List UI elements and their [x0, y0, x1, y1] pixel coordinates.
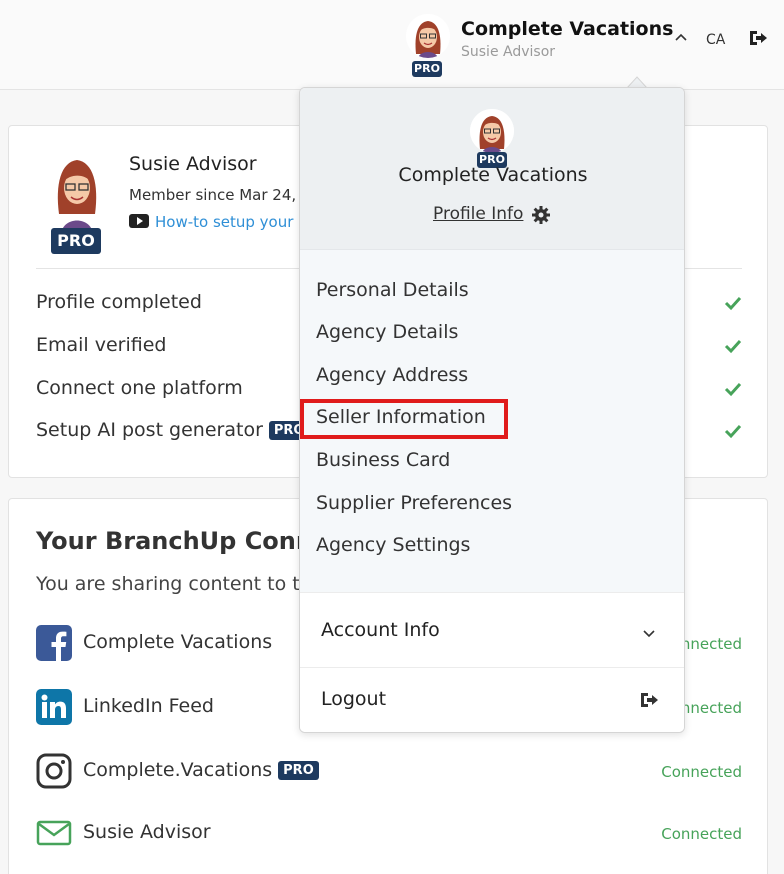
menu-item-supplier-preferences[interactable]: Supplier Preferences	[316, 492, 512, 514]
connection-item[interactable]: Susie Advisor Connected	[36, 815, 742, 855]
pro-badge: PRO	[51, 228, 101, 254]
connection-name: Susie Advisor	[83, 821, 211, 843]
profile-avatar: PRO	[47, 154, 107, 254]
connection-status: Connected	[661, 763, 742, 781]
facebook-icon	[36, 625, 72, 661]
checklist-label: Connect one platform	[36, 377, 243, 399]
gear-icon[interactable]	[532, 206, 550, 224]
howto-link[interactable]: How-to setup your	[129, 213, 293, 231]
account-info-label: Account Info	[321, 619, 440, 641]
header-avatar[interactable]: PRO	[406, 14, 450, 77]
header-agency-name[interactable]: Complete Vacations	[461, 18, 673, 40]
email-icon	[36, 820, 72, 846]
connections-title: Your BranchUp Conne	[36, 527, 330, 555]
header-user-name: Susie Advisor	[461, 44, 556, 60]
menu-item-personal-details[interactable]: Personal Details	[316, 279, 469, 301]
checklist-label-with-badge: Setup AI post generator PRO	[36, 419, 310, 441]
connection-name-with-badge: Complete.Vacations PRO	[83, 759, 319, 781]
checklist-label: Setup AI post generator	[36, 419, 263, 441]
menu-item-agency-settings[interactable]: Agency Settings	[316, 534, 470, 556]
avatar-illustration	[406, 14, 450, 58]
connection-name: Complete.Vacations	[83, 759, 273, 781]
logout-label: Logout	[321, 688, 387, 710]
connection-name: Complete Vacations	[83, 631, 273, 653]
connection-status: Connected	[661, 825, 742, 843]
account-dropdown: PRO Complete Vacations Profile Info Pers…	[299, 87, 685, 733]
dropdown-title: Complete Vacations	[398, 164, 588, 186]
member-name: Susie Advisor	[129, 153, 257, 175]
menu-item-business-card[interactable]: Business Card	[316, 449, 450, 471]
linkedin-icon	[36, 689, 72, 725]
connection-name: LinkedIn Feed	[83, 695, 214, 717]
locale-label[interactable]: CA	[706, 32, 725, 48]
checklist-label: Email verified	[36, 334, 167, 356]
connections-subtitle: You are sharing content to th	[36, 573, 312, 595]
youtube-icon	[129, 214, 149, 228]
account-info-toggle[interactable]: Account Info	[300, 592, 684, 668]
instagram-icon	[36, 753, 72, 789]
check-icon	[724, 296, 742, 311]
profile-info-link[interactable]: Profile Info	[433, 204, 523, 224]
connection-status: nnected	[680, 699, 742, 717]
avatar-illustration	[470, 109, 514, 153]
connection-item[interactable]: Complete.Vacations PRO Connected	[36, 753, 742, 793]
check-icon	[724, 382, 742, 397]
avatar-illustration	[57, 160, 97, 234]
logout-button[interactable]: Logout	[300, 668, 684, 732]
checklist-label: Profile completed	[36, 291, 202, 313]
member-since: Member since Mar 24, 2	[129, 186, 311, 204]
sign-out-icon	[641, 693, 658, 707]
menu-item-agency-details[interactable]: Agency Details	[316, 321, 458, 343]
dropdown-header: PRO Complete Vacations Profile Info	[300, 88, 684, 250]
chevron-up-icon[interactable]	[674, 30, 688, 44]
top-bar: PRO Complete Vacations Susie Advisor CA	[0, 0, 784, 90]
pro-badge: PRO	[412, 61, 442, 77]
howto-link-label[interactable]: How-to setup your	[155, 213, 293, 231]
menu-item-agency-address[interactable]: Agency Address	[316, 364, 468, 386]
check-icon	[724, 424, 742, 439]
connection-status: nnected	[680, 635, 742, 653]
chevron-down-icon	[643, 630, 655, 638]
pro-badge: PRO	[278, 761, 319, 780]
check-icon	[724, 339, 742, 354]
dropdown-avatar: PRO	[470, 109, 514, 168]
sign-out-icon[interactable]	[748, 29, 768, 47]
highlight-box	[300, 399, 508, 439]
